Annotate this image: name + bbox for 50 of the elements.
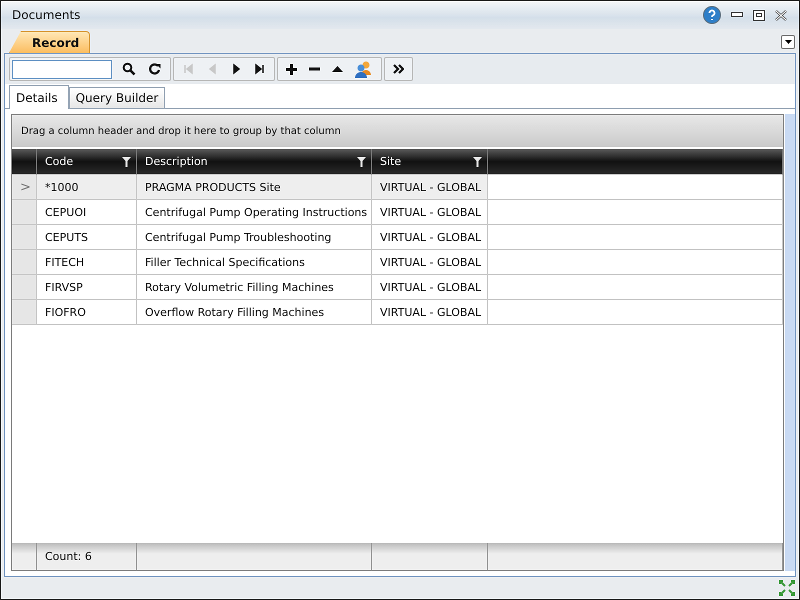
close-icon[interactable]	[775, 10, 787, 20]
table-cell: Filler Technical Specifications	[137, 250, 372, 275]
table-cell: VIRTUAL - GLOBAL	[372, 175, 488, 200]
record-tab[interactable]: Record	[9, 31, 90, 53]
add-icon[interactable]	[286, 64, 297, 74]
table-cell: VIRTUAL - GLOBAL	[372, 200, 488, 225]
minimize-icon[interactable]	[731, 12, 743, 18]
search-field[interactable]	[12, 60, 112, 78]
help-icon[interactable]	[703, 6, 721, 24]
table-cell: FITECH	[37, 250, 137, 275]
refresh-icon[interactable]	[148, 62, 162, 76]
footer-cell	[12, 543, 37, 570]
table-cell: Overflow Rotary Filling Machines	[137, 300, 372, 325]
table-cell: Centrifugal Pump Troubleshooting	[137, 225, 372, 250]
table-cell: PRAGMA PRODUCTS Site	[137, 175, 372, 200]
search-icon[interactable]	[122, 62, 136, 76]
up-arrow-icon[interactable]	[332, 66, 343, 72]
filter-icon[interactable]	[357, 156, 366, 166]
table-cell: VIRTUAL - GLOBAL	[372, 300, 488, 325]
users-icon[interactable]	[355, 60, 373, 78]
remove-icon[interactable]	[309, 67, 320, 71]
table-cell: CEPUOI	[37, 200, 137, 225]
tab[interactable]: Details	[9, 85, 69, 109]
double-chevron-icon[interactable]	[393, 64, 404, 74]
header-cell	[12, 149, 37, 175]
right-arrow-icon[interactable]	[254, 63, 266, 75]
table-cell: VIRTUAL - GLOBAL	[372, 225, 488, 250]
caret-icon	[784, 40, 792, 44]
column-header[interactable]: Description	[137, 149, 372, 175]
column-header[interactable]: Site	[372, 149, 488, 175]
filter-icon[interactable]	[473, 156, 482, 166]
window-title: Documents	[12, 8, 80, 22]
scrollbar[interactable]	[785, 114, 795, 571]
table-cell: *1000	[37, 175, 137, 200]
column-header[interactable]: Code	[37, 149, 137, 175]
row-indicator[interactable]: >	[12, 175, 37, 200]
filter-icon[interactable]	[122, 156, 131, 166]
resize-icon[interactable]	[779, 580, 795, 596]
table-cell: VIRTUAL - GLOBAL	[372, 250, 488, 275]
table-cell: CEPUTS	[37, 225, 137, 250]
table-cell: Rotary Volumetric Filling Machines	[137, 275, 372, 300]
count-label: Count: 6	[37, 543, 137, 570]
table-cell: VIRTUAL - GLOBAL	[372, 275, 488, 300]
tab[interactable]: Query Builder	[68, 87, 166, 108]
group-hint: Drag a column header and drop it here to group by that column	[21, 126, 341, 136]
table-cell: FIRVSP	[37, 275, 137, 300]
maximize-icon[interactable]	[753, 10, 765, 20]
dropdown-button[interactable]	[781, 35, 795, 49]
table-cell: Centrifugal Pump Operating Instructions	[137, 200, 372, 225]
table-cell: FIOFRO	[37, 300, 137, 325]
